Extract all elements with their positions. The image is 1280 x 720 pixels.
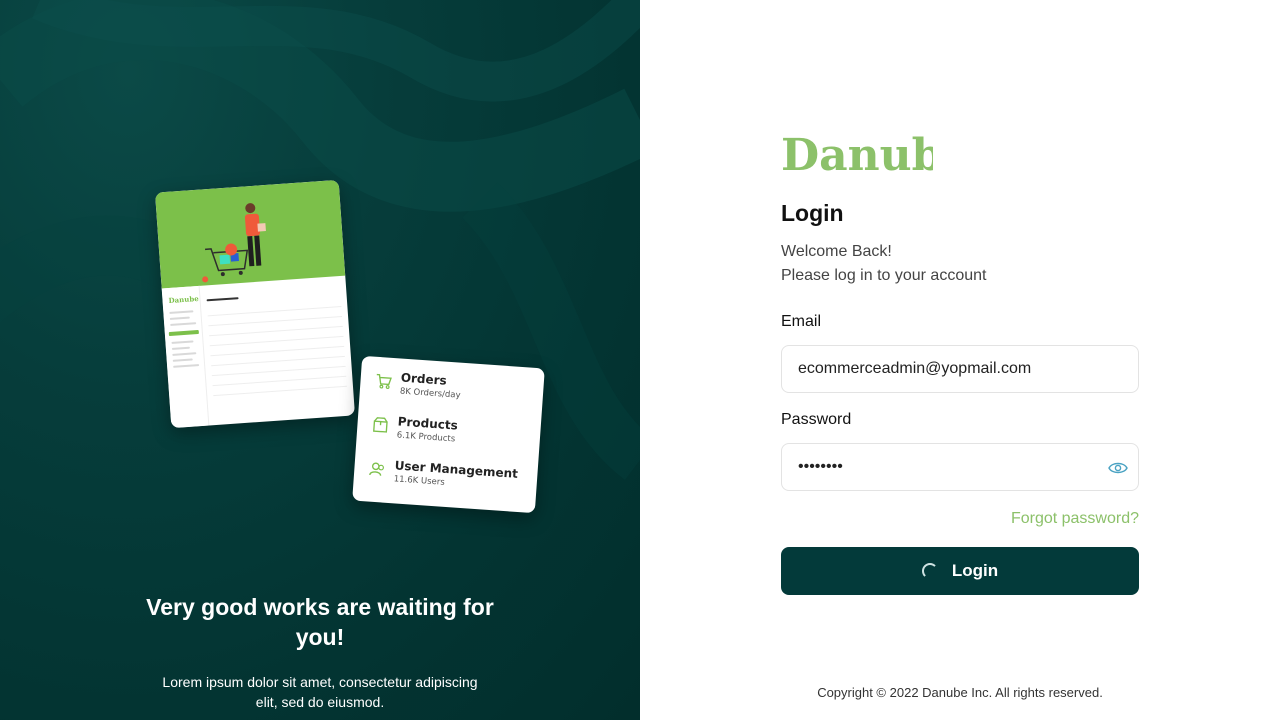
login-button[interactable]: Login: [781, 547, 1139, 595]
preview-table-row: [210, 345, 345, 357]
users-icon: [369, 462, 384, 476]
preview-table-row: [208, 315, 343, 327]
welcome-text: Welcome Back! Please log in to your acco…: [781, 240, 1139, 288]
stat-products: Products 6.1K Products: [370, 413, 458, 446]
promo-heading: Very good works are waiting for you!: [146, 594, 494, 650]
login-title: Login: [781, 200, 844, 226]
cart-icon: [376, 373, 392, 389]
email-field-box: [781, 345, 1139, 393]
preview-table-row: [207, 305, 342, 317]
eye-icon[interactable]: [1108, 458, 1128, 478]
password-field-box: [781, 443, 1139, 491]
promo-text: Lorem ipsum dolor sit amet, consectetur …: [162, 674, 478, 710]
loading-spinner-icon: [921, 563, 938, 579]
password-label: Password: [781, 411, 852, 428]
login-panel: Danube Login Welcome Back! Please log in…: [640, 0, 1280, 720]
preview-table-row: [209, 335, 344, 347]
welcome-line-2: Please log in to your account: [781, 267, 987, 284]
logo-text: Danube: [781, 130, 933, 174]
email-field[interactable]: [798, 360, 1122, 378]
preview-table-row: [209, 325, 343, 337]
preview-table-row: [211, 355, 345, 367]
login-form: Danube Login Welcome Back! Please log in…: [781, 126, 1139, 595]
stats-card: Orders 8K Orders/day Products 6.1K Produ…: [352, 355, 545, 514]
copyright-text: Copyright © 2022 Danube Inc. All rights …: [817, 685, 1103, 700]
person-illustration: [244, 203, 266, 267]
preview-table-row: [212, 375, 347, 387]
forgot-password-link[interactable]: Forgot password?: [781, 509, 1139, 529]
left-promo-panel: Danube Orders 8K Orders/day Products 6.1…: [0, 0, 640, 720]
login-button-label: Login: [951, 561, 999, 580]
preview-illustration: [154, 179, 346, 289]
stat-orders: Orders 8K Orders/day: [374, 369, 462, 402]
preview-title-line: [206, 297, 239, 302]
danube-logo: Danube: [781, 130, 933, 174]
box-icon: [373, 417, 388, 433]
welcome-line-1: Welcome Back!: [781, 243, 892, 260]
preview-table-row: [213, 385, 347, 397]
preview-table-row: [211, 365, 346, 377]
cart-illustration: [205, 243, 249, 277]
stat-users: User Management 11.6K Users: [367, 457, 518, 494]
email-label: Email: [781, 313, 822, 330]
password-field[interactable]: [798, 458, 1122, 476]
dashboard-preview-card: Danube: [154, 179, 356, 429]
